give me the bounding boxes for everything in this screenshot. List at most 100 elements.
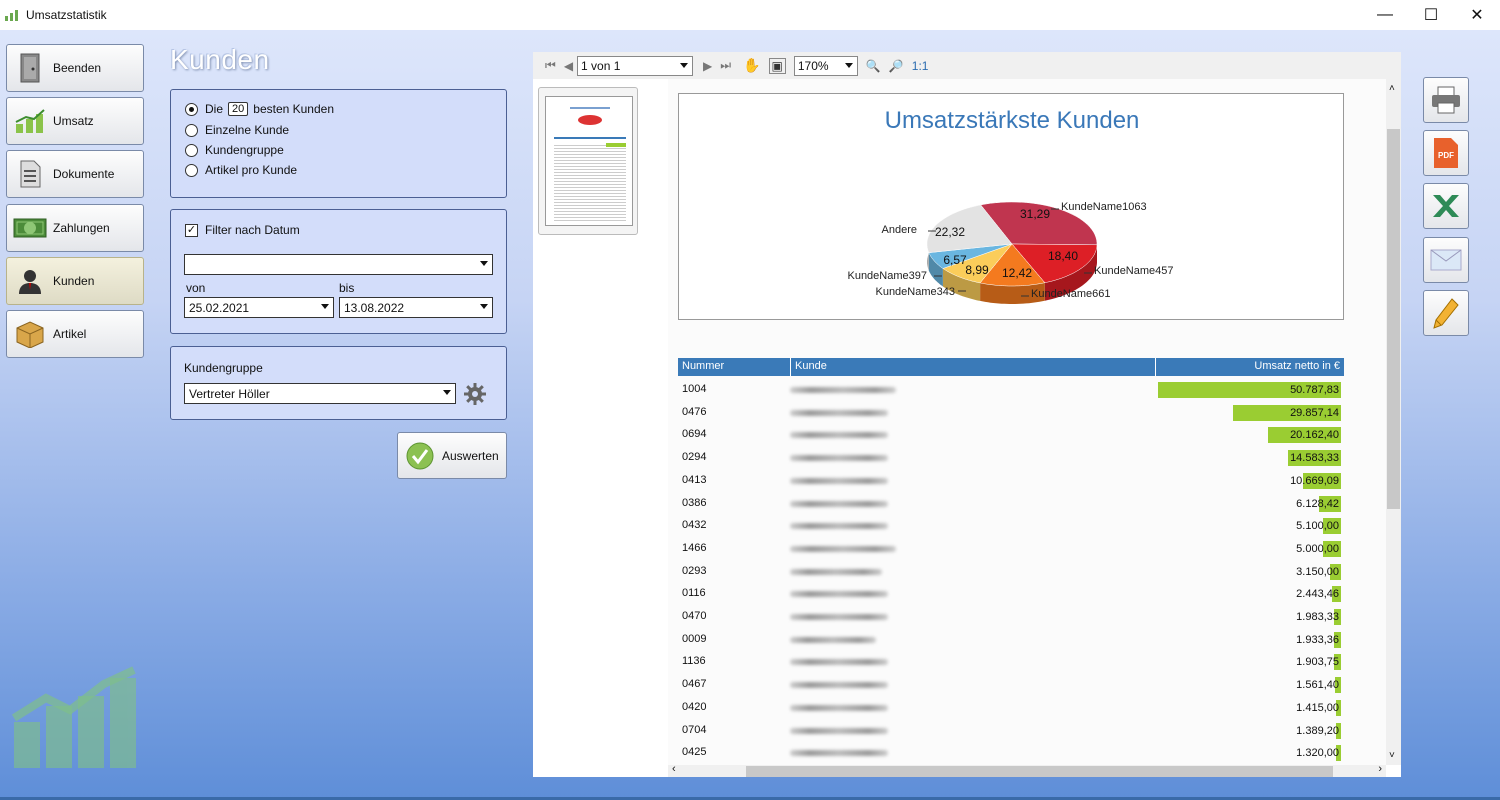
customer-name-redacted — [790, 432, 888, 439]
select-tool-icon[interactable]: ▣ — [768, 57, 786, 74]
zoom-value: 170% — [797, 58, 829, 73]
customer-name-redacted — [790, 704, 888, 711]
table-row: 0386 6.128,42 — [678, 493, 1344, 515]
chevron-left-icon[interactable]: ‹ — [672, 763, 676, 775]
radio-label: Kundengruppe — [205, 143, 284, 157]
maximize-button[interactable]: ☐ — [1408, 0, 1454, 30]
customer-number: 0116 — [682, 587, 706, 600]
scrollbar-thumb[interactable] — [746, 766, 1333, 777]
revenue-value: 50.787,83 — [1290, 384, 1339, 396]
radio-top-customers[interactable]: Die 20 besten Kunden — [185, 102, 334, 116]
nav-artikel-button[interactable]: Artikel — [6, 310, 144, 358]
table-row: 0425 1.320,00 — [678, 742, 1344, 764]
pdf-icon: PDF — [1434, 138, 1458, 168]
customer-name-redacted — [790, 659, 888, 666]
chevron-down-icon[interactable]: ˅ — [1389, 750, 1395, 761]
minimize-button[interactable]: — — [1362, 0, 1408, 30]
from-date-picker[interactable]: 25.02.2021 — [184, 297, 334, 318]
customer-group-panel: Kundengruppe Vertreter Höller — [170, 346, 507, 420]
customer-name-redacted — [790, 750, 888, 757]
revenue-value: 10.669,09 — [1290, 474, 1339, 487]
excel-icon — [1433, 195, 1459, 217]
table-row: 0293 3.150,00 — [678, 561, 1344, 583]
top-count-field[interactable]: 20 — [228, 102, 249, 116]
email-button[interactable] — [1423, 237, 1469, 283]
page-thumbnail[interactable] — [538, 87, 638, 235]
horizontal-scrollbar[interactable]: ‹ › — [668, 763, 1386, 777]
evaluate-label: Auswerten — [442, 448, 499, 463]
revenue-value: 14.583,33 — [1290, 452, 1339, 465]
pencil-icon — [1433, 298, 1459, 329]
evaluate-button[interactable]: Auswerten — [397, 432, 507, 479]
radio-articles-per-customer[interactable]: Artikel pro Kunde — [185, 163, 297, 177]
date-preset-select[interactable] — [184, 254, 493, 275]
scrollbar-thumb[interactable] — [1387, 129, 1400, 509]
customer-name-redacted — [790, 455, 888, 462]
page-select[interactable]: 1 von 1 — [577, 55, 694, 76]
checkbox-label: Filter nach Datum — [205, 223, 300, 237]
title-bar: Umsatzstatistik — ☐ ✕ — [0, 0, 1500, 30]
nav-label: Artikel — [53, 327, 87, 341]
nav-zahlungen-button[interactable]: Zahlungen — [6, 204, 144, 252]
table-row: 0470 1.983,33 — [678, 606, 1344, 628]
excel-button[interactable] — [1423, 183, 1469, 229]
customer-group-select[interactable]: Vertreter Höller — [184, 383, 456, 404]
zoom-out-icon[interactable]: 🔎 — [889, 59, 904, 73]
customer-name-redacted — [790, 387, 896, 393]
chevron-right-icon[interactable]: › — [1378, 763, 1382, 775]
actual-size-button[interactable]: 1:1 — [912, 59, 929, 73]
column-header-kunde: Kunde — [795, 360, 827, 372]
nav-kunden-button[interactable]: Kunden — [6, 257, 144, 305]
customer-number: 0293 — [682, 564, 707, 577]
close-button[interactable]: ✕ — [1454, 0, 1500, 30]
pdf-button[interactable]: PDF — [1423, 130, 1469, 176]
customer-number: 0294 — [682, 451, 707, 464]
radio-label: Artikel pro Kunde — [205, 163, 298, 177]
table-row: 0704 1.389,20 — [678, 720, 1344, 742]
next-page-icon[interactable]: ▶ — [703, 59, 712, 73]
table-row: 0294 14.583,33 — [678, 447, 1344, 469]
table-row: 0467 1.561,40 — [678, 674, 1344, 696]
customer-number: 0386 — [682, 496, 707, 509]
customer-name-redacted — [790, 591, 888, 598]
radio-customer-group[interactable]: Kundengruppe — [185, 143, 284, 157]
customer-name-redacted — [790, 477, 888, 484]
zoom-in-icon[interactable]: 🔍 — [866, 59, 881, 73]
customer-name-redacted — [790, 614, 888, 620]
nav-dokumente-button[interactable]: Dokumente — [6, 150, 144, 198]
last-page-icon[interactable]: ⏭ — [720, 58, 731, 73]
checkmark-icon: ✓ — [185, 223, 198, 237]
envelope-icon — [1430, 249, 1462, 271]
chevron-up-icon[interactable]: ˄ — [1389, 83, 1395, 94]
first-page-icon[interactable]: ⏮ — [545, 58, 556, 73]
pie-value-label: 22,32 — [935, 225, 965, 239]
app-area: Beenden Umsatz Dokumente Zahlungen Kunde… — [0, 30, 1500, 800]
nav-umsatz-button[interactable]: Umsatz — [6, 97, 144, 145]
vertical-scrollbar[interactable]: ˄ ˅ — [1386, 79, 1401, 765]
revenue-value: 1.320,00 — [1296, 747, 1339, 760]
print-button[interactable] — [1423, 77, 1469, 123]
table-row: 1136 1.903,75 — [678, 651, 1344, 673]
customer-name-redacted — [790, 545, 896, 552]
edit-button[interactable] — [1423, 290, 1469, 336]
from-date-value: 25.02.2021 — [189, 300, 250, 315]
chevron-down-icon — [321, 304, 329, 309]
customer-name-redacted — [790, 727, 888, 734]
date-filter-checkbox[interactable]: ✓ Filter nach Datum — [185, 223, 300, 237]
table-row: 0432 5.100,00 — [678, 515, 1344, 537]
radio-single-customer[interactable]: Einzelne Kunde — [185, 123, 289, 137]
zoom-select[interactable]: 170% — [793, 55, 858, 76]
gear-icon[interactable] — [463, 382, 487, 406]
customer-group-label: Kundengruppe — [184, 361, 263, 375]
customer-group-value: Vertreter Höller — [189, 386, 270, 401]
customer-number: 0425 — [682, 746, 707, 759]
revenue-value: 6.128,42 — [1296, 497, 1339, 510]
chevron-down-icon — [680, 62, 689, 68]
hand-tool-icon[interactable]: ✋ — [743, 57, 760, 74]
revenue-value: 1.903,75 — [1296, 656, 1339, 669]
prev-page-icon[interactable]: ◀ — [564, 59, 573, 73]
nav-beenden-button[interactable]: Beenden — [6, 44, 144, 92]
customer-number: 0413 — [682, 473, 707, 486]
radio-indicator — [185, 143, 198, 157]
to-date-picker[interactable]: 13.08.2022 — [339, 297, 493, 318]
